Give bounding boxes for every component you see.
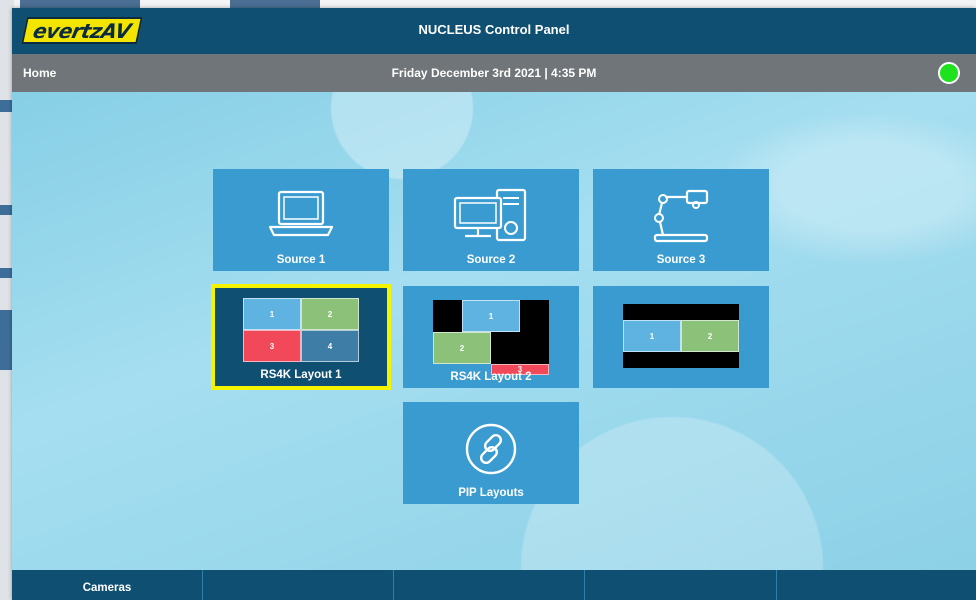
status-bar: Home Friday December 3rd 2021 | 4:35 PM xyxy=(12,54,976,92)
background-window-strip xyxy=(0,0,976,8)
layout-cell: 3 xyxy=(243,330,301,362)
source-2-tile[interactable]: Source 2 xyxy=(403,169,579,271)
background-bar xyxy=(230,0,320,8)
nav-button-2[interactable] xyxy=(203,570,394,600)
desktop-computer-icon xyxy=(453,188,527,242)
bottom-navigation: Cameras xyxy=(12,570,976,600)
nav-button-3[interactable] xyxy=(394,570,585,600)
cameras-button[interactable]: Cameras xyxy=(12,570,203,600)
source-3-tile[interactable]: Source 3 xyxy=(593,169,769,271)
laptop-icon xyxy=(268,190,334,237)
tile-label: RS4K Layout 2 xyxy=(450,371,532,383)
tile-label: PIP Layouts xyxy=(458,487,524,499)
nucleus-control-panel-window: evertzAV NUCLEUS Control Panel Home Frid… xyxy=(12,8,976,600)
tile-label: Source 3 xyxy=(656,254,706,266)
nav-button-5[interactable] xyxy=(778,570,969,600)
app-title: NUCLEUS Control Panel xyxy=(418,22,570,37)
layout-cell: 1 xyxy=(243,298,301,330)
layout-preview-dual: 1 2 xyxy=(623,304,739,368)
date-time: Friday December 3rd 2021 | 4:35 PM xyxy=(391,66,597,80)
rs4k-layout-1-tile[interactable]: 1 2 3 4 RS4K Layout 1 xyxy=(211,284,391,390)
layout-preview-triple: 1 2 3 xyxy=(433,300,549,375)
tile-label: RS4K Layout 1 xyxy=(260,369,342,381)
link-icon xyxy=(465,423,517,475)
nav-label: Cameras xyxy=(82,582,132,594)
document-camera-icon xyxy=(653,189,709,243)
nav-button-4[interactable] xyxy=(586,570,777,600)
source-1-tile[interactable]: Source 1 xyxy=(213,169,389,271)
layout-cell: 2 xyxy=(301,298,359,330)
layout-preview-quad: 1 2 3 4 xyxy=(243,298,359,362)
layout-cell: 2 xyxy=(433,332,491,364)
layout-blank xyxy=(433,300,462,332)
title-bar: evertzAV NUCLEUS Control Panel xyxy=(12,8,976,54)
tile-label: Source 1 xyxy=(276,254,326,266)
connection-status-indicator xyxy=(938,62,960,84)
layout-cell: 4 xyxy=(301,330,359,362)
background-bar xyxy=(20,0,140,8)
layout-cell: 2 xyxy=(681,320,739,352)
rs4k-layout-3-tile[interactable]: 1 2 xyxy=(593,286,769,388)
layout-dual-row: 1 2 xyxy=(623,320,739,352)
tile-label: Source 2 xyxy=(466,254,516,266)
layout-blank xyxy=(520,300,549,332)
layout-cell: 1 xyxy=(623,320,681,352)
rs4k-layout-2-tile[interactable]: 1 2 3 RS4K Layout 2 xyxy=(403,286,579,388)
layout-cell: 1 xyxy=(462,300,520,332)
pip-layouts-tile[interactable]: PIP Layouts xyxy=(403,402,579,504)
